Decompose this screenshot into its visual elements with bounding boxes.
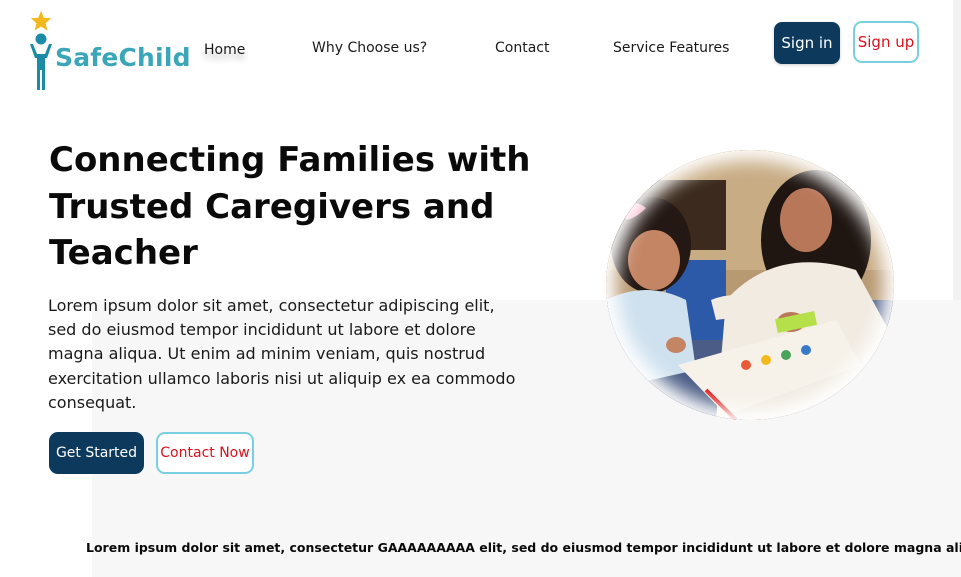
nav-home[interactable]: Home [204,42,245,58]
hero-photo [606,150,894,420]
nav-service-features[interactable]: Service Features [613,40,729,56]
get-started-button[interactable]: Get Started [49,432,144,474]
hero-description: Lorem ipsum dolor sit amet, consectetur … [48,296,516,412]
person-icon [30,33,52,90]
nav-why-choose-us[interactable]: Why Choose us? [312,40,427,56]
sign-up-button[interactable]: Sign up [853,21,919,63]
footer-text: Lorem ipsum dolor sit amet, consectetur … [86,540,961,555]
nav-contact[interactable]: Contact [495,40,549,56]
brand-logo[interactable]: SafeChild [26,10,190,94]
woman-and-girl-learning-image [606,150,894,420]
sign-in-button[interactable]: Sign in [774,22,840,64]
brand-name: SafeChild [55,43,191,72]
hero-title: Connecting Families with Trusted Caregiv… [49,140,531,273]
star-icon [30,10,52,31]
contact-now-button[interactable]: Contact Now [156,432,254,474]
